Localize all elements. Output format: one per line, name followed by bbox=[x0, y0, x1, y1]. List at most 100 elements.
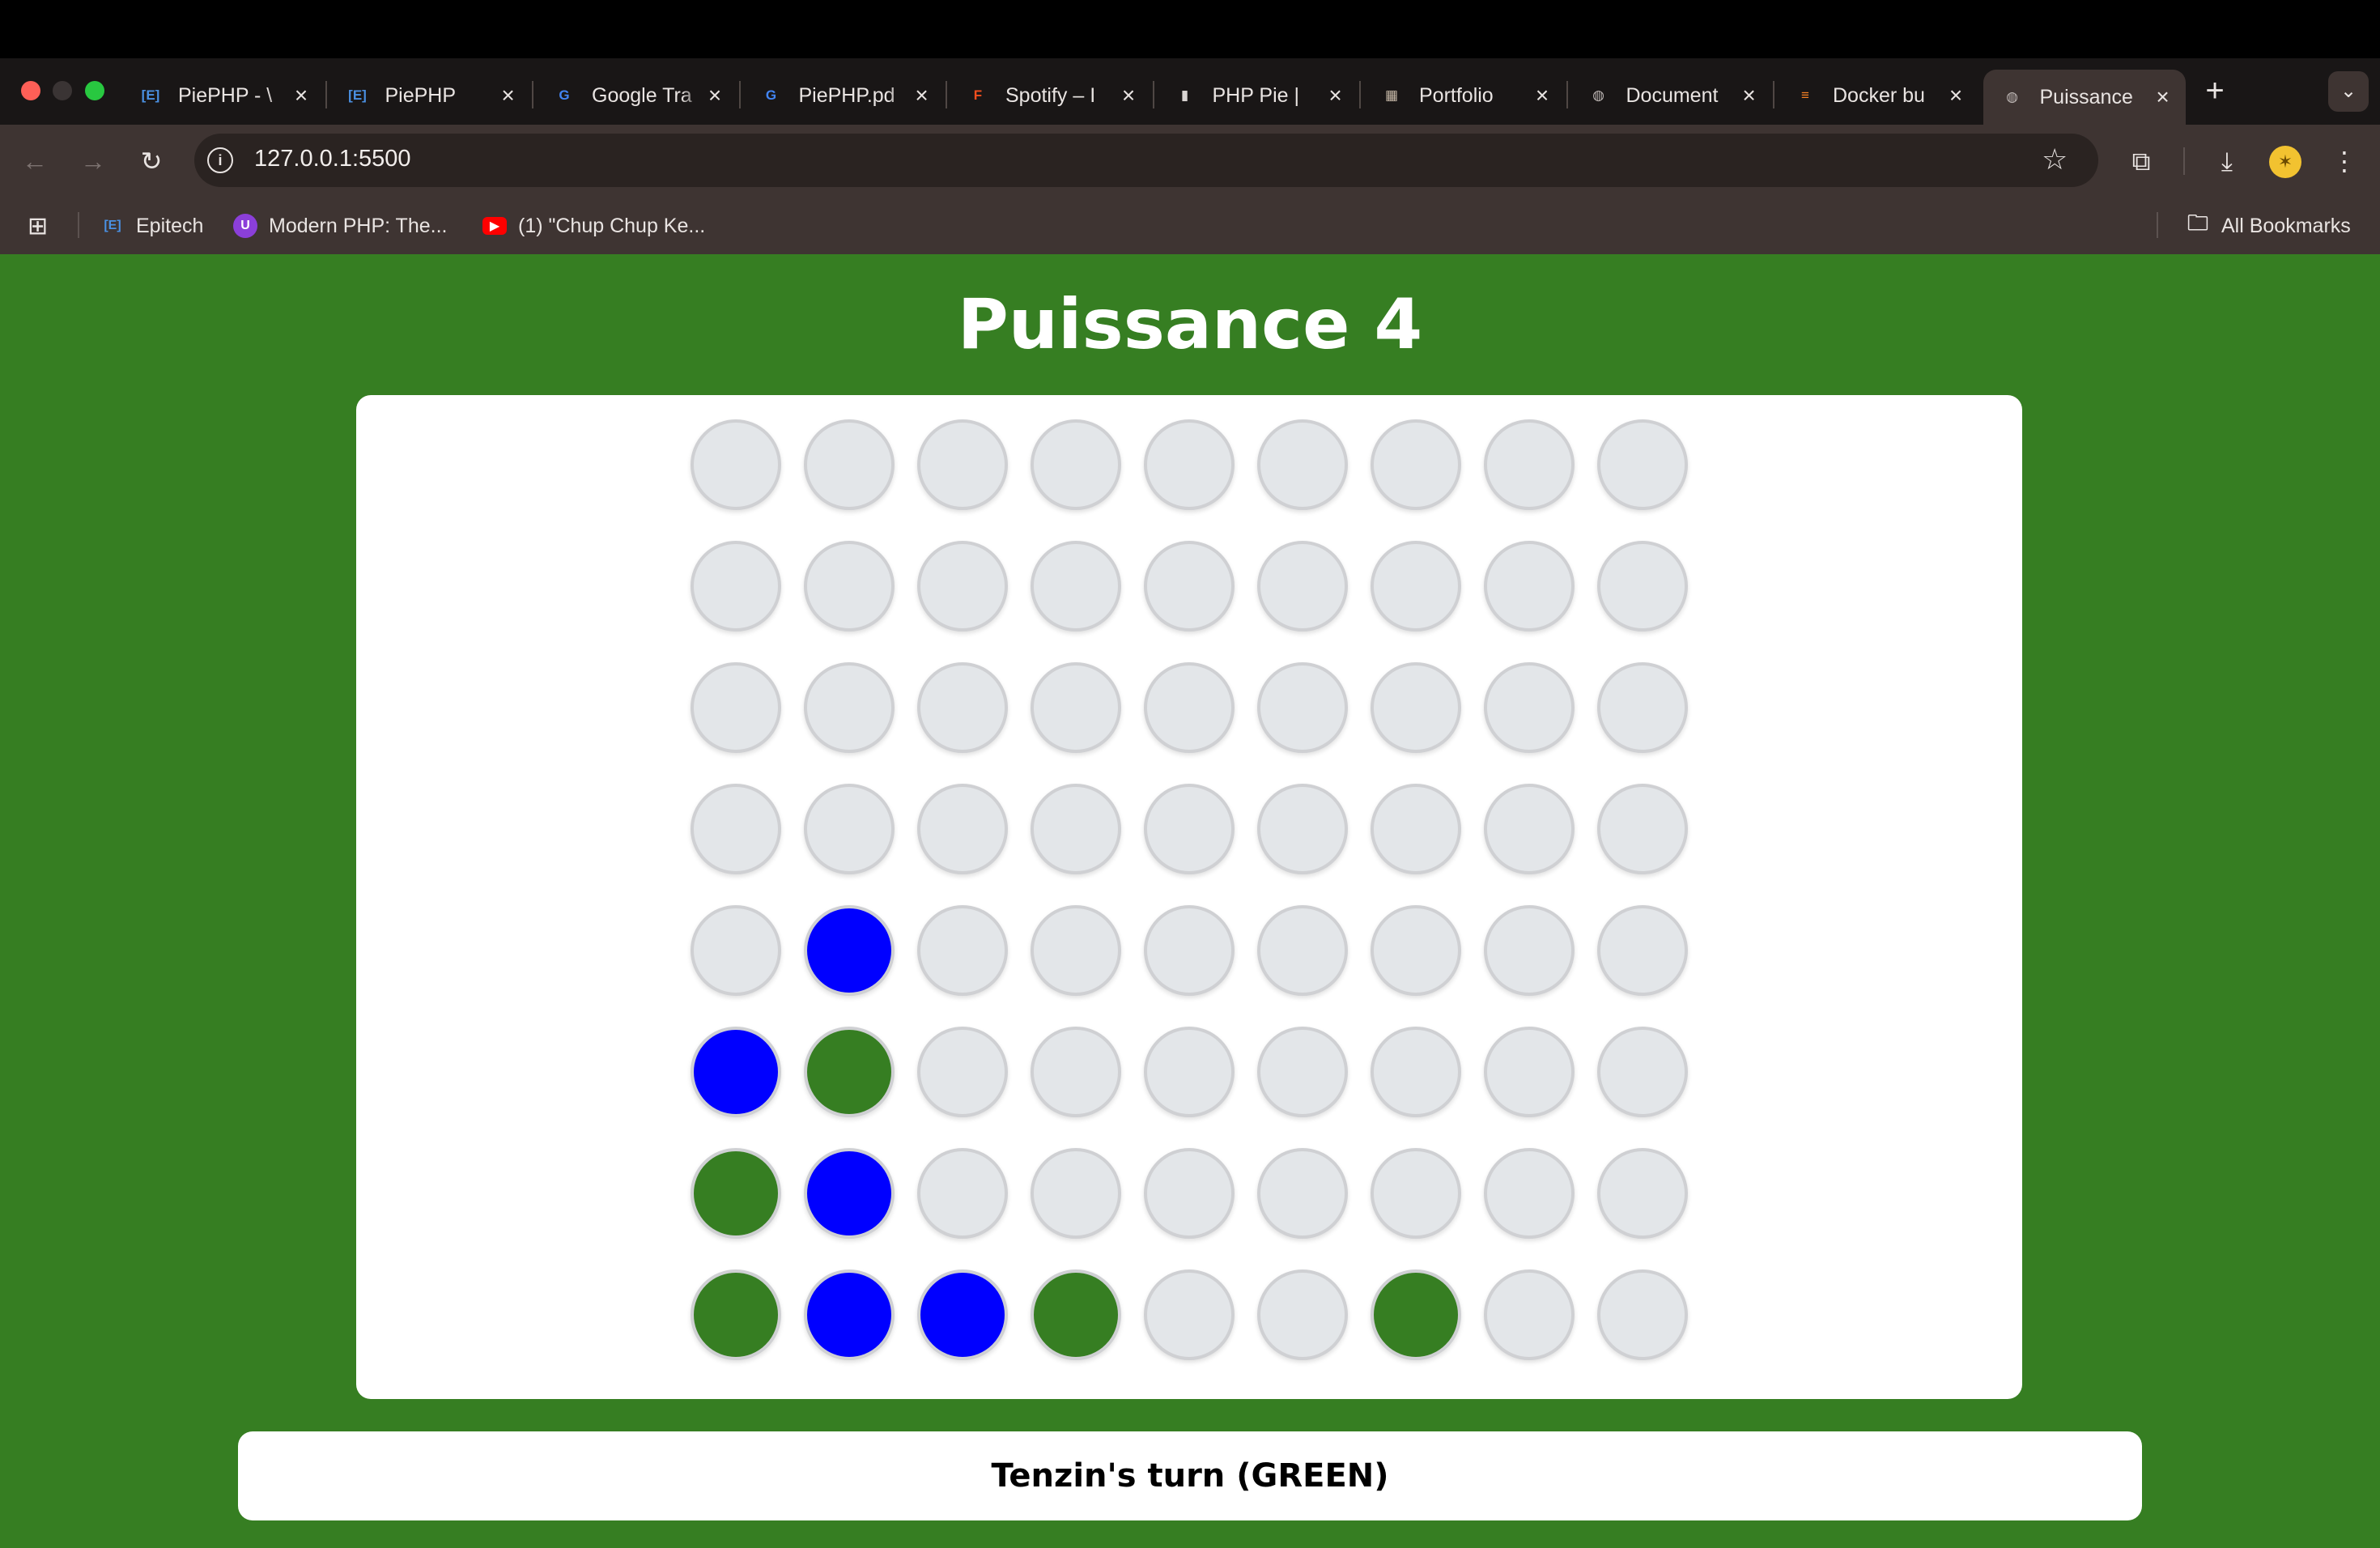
board-cell-empty[interactable] bbox=[1031, 1148, 1121, 1239]
bookmark-modern-php[interactable]: U Modern PHP: The... bbox=[233, 212, 447, 240]
tab-close-icon[interactable]: × bbox=[1117, 83, 1140, 108]
all-bookmarks-button[interactable]: 🗀 All Bookmarks bbox=[2186, 211, 2351, 240]
window-zoom-button[interactable] bbox=[85, 81, 104, 100]
board-cell-empty[interactable] bbox=[1257, 662, 1348, 753]
url-text[interactable]: 127.0.0.1:5500 bbox=[254, 146, 411, 172]
board-cell-empty[interactable] bbox=[1144, 784, 1235, 874]
board-cell-blue[interactable] bbox=[917, 1269, 1008, 1360]
back-icon[interactable]: ← bbox=[16, 142, 53, 180]
board-cell-empty[interactable] bbox=[1371, 419, 1461, 510]
tab-close-icon[interactable]: × bbox=[1324, 83, 1347, 108]
board-cell-empty[interactable] bbox=[804, 541, 895, 632]
download-icon[interactable]: ⤓ bbox=[2208, 142, 2246, 180]
board-cell-green[interactable] bbox=[804, 1027, 895, 1117]
board-cell-empty[interactable] bbox=[1257, 1027, 1348, 1117]
board-cell-empty[interactable] bbox=[1597, 662, 1688, 753]
tab-10[interactable]: ◍ Puissance × bbox=[1983, 70, 2186, 125]
board-cell-empty[interactable] bbox=[1597, 1269, 1688, 1360]
board-cell-empty[interactable] bbox=[1371, 1148, 1461, 1239]
board-cell-empty[interactable] bbox=[1031, 541, 1121, 632]
tab-2[interactable]: [E] PiePHP × bbox=[329, 70, 531, 121]
board-cell-empty[interactable] bbox=[917, 1148, 1008, 1239]
tab-1[interactable]: [E] PiePHP - \ × bbox=[121, 70, 324, 121]
board-cell-empty[interactable] bbox=[917, 1027, 1008, 1117]
board-cell-empty[interactable] bbox=[917, 905, 1008, 996]
board-cell-blue[interactable] bbox=[804, 905, 895, 996]
board-cell-empty[interactable] bbox=[1484, 784, 1575, 874]
board-cell-empty[interactable] bbox=[917, 419, 1008, 510]
board-cell-green[interactable] bbox=[1031, 1269, 1121, 1360]
board-cell-empty[interactable] bbox=[804, 419, 895, 510]
board-cell-empty[interactable] bbox=[1371, 1027, 1461, 1117]
board-cell-empty[interactable] bbox=[1144, 905, 1235, 996]
site-info-icon[interactable]: i bbox=[207, 147, 233, 173]
board-cell-empty[interactable] bbox=[1257, 541, 1348, 632]
board-cell-empty[interactable] bbox=[691, 662, 781, 753]
board-cell-empty[interactable] bbox=[1484, 419, 1575, 510]
board-cell-empty[interactable] bbox=[691, 541, 781, 632]
board-cell-empty[interactable] bbox=[1031, 1027, 1121, 1117]
board-cell-empty[interactable] bbox=[1484, 662, 1575, 753]
board-cell-empty[interactable] bbox=[1371, 662, 1461, 753]
board-cell-empty[interactable] bbox=[804, 784, 895, 874]
bookmark-epitech[interactable]: [E] Epitech bbox=[100, 212, 203, 240]
menu-kebab-icon[interactable]: ⋮ bbox=[2326, 142, 2363, 180]
bookmark-youtube[interactable]: ▶ (1) "Chup Chup Ke... bbox=[482, 212, 705, 240]
tab-close-icon[interactable]: × bbox=[703, 83, 726, 108]
tab-5[interactable]: F Spotify – I × bbox=[949, 70, 1151, 121]
tab-6[interactable]: ▮ PHP Pie | × bbox=[1156, 70, 1358, 121]
window-close-button[interactable] bbox=[21, 81, 40, 100]
board-cell-empty[interactable] bbox=[1031, 419, 1121, 510]
extensions-icon[interactable]: ⧉ bbox=[2123, 142, 2160, 180]
board-cell-empty[interactable] bbox=[804, 662, 895, 753]
bookmark-star-icon[interactable]: ☆ bbox=[2042, 142, 2068, 176]
board-cell-empty[interactable] bbox=[691, 905, 781, 996]
board-cell-green[interactable] bbox=[691, 1148, 781, 1239]
board-cell-empty[interactable] bbox=[1484, 905, 1575, 996]
tab-close-icon[interactable]: × bbox=[1531, 83, 1553, 108]
board-cell-empty[interactable] bbox=[1597, 1027, 1688, 1117]
board-cell-empty[interactable] bbox=[1371, 905, 1461, 996]
tab-close-icon[interactable]: × bbox=[290, 83, 312, 108]
board-cell-empty[interactable] bbox=[1257, 1269, 1348, 1360]
board-cell-empty[interactable] bbox=[917, 541, 1008, 632]
board-cell-empty[interactable] bbox=[1597, 419, 1688, 510]
board-cell-empty[interactable] bbox=[1257, 784, 1348, 874]
board-cell-empty[interactable] bbox=[691, 419, 781, 510]
tab-close-icon[interactable]: × bbox=[1738, 83, 1761, 108]
board-cell-empty[interactable] bbox=[1031, 784, 1121, 874]
board-cell-empty[interactable] bbox=[1144, 419, 1235, 510]
tab-9[interactable]: ≡ Docker bu × bbox=[1776, 70, 1978, 121]
board-cell-empty[interactable] bbox=[1031, 905, 1121, 996]
tab-3[interactable]: G Google Tra × bbox=[535, 70, 737, 121]
board-cell-empty[interactable] bbox=[1371, 541, 1461, 632]
tab-8[interactable]: ◍ Document × bbox=[1570, 70, 1772, 121]
tab-close-icon[interactable]: × bbox=[497, 83, 520, 108]
tab-7[interactable]: ▦ Portfolio × bbox=[1362, 70, 1565, 121]
board-cell-green[interactable] bbox=[1371, 1269, 1461, 1360]
tab-close-icon[interactable]: × bbox=[2152, 84, 2174, 110]
forward-icon[interactable]: → bbox=[74, 142, 112, 180]
board-cell-empty[interactable] bbox=[1031, 662, 1121, 753]
apps-grid-icon[interactable]: ⊞ bbox=[28, 212, 48, 240]
tab-close-icon[interactable]: × bbox=[911, 83, 933, 108]
new-tab-button[interactable]: + bbox=[2199, 71, 2231, 110]
board-cell-empty[interactable] bbox=[1144, 1148, 1235, 1239]
board-cell-empty[interactable] bbox=[1484, 541, 1575, 632]
tab-4[interactable]: G PiePHP.pd × bbox=[742, 70, 945, 121]
board-cell-empty[interactable] bbox=[1371, 784, 1461, 874]
address-bar[interactable] bbox=[194, 134, 2098, 187]
tab-close-icon[interactable]: × bbox=[1944, 83, 1967, 108]
board-cell-empty[interactable] bbox=[1144, 662, 1235, 753]
board-cell-empty[interactable] bbox=[1484, 1148, 1575, 1239]
board-cell-empty[interactable] bbox=[1144, 541, 1235, 632]
board-cell-empty[interactable] bbox=[1257, 419, 1348, 510]
board-cell-blue[interactable] bbox=[691, 1027, 781, 1117]
window-minimize-button[interactable] bbox=[53, 81, 72, 100]
board-cell-empty[interactable] bbox=[1597, 905, 1688, 996]
board-cell-empty[interactable] bbox=[1144, 1027, 1235, 1117]
board-cell-empty[interactable] bbox=[1484, 1269, 1575, 1360]
board-cell-empty[interactable] bbox=[1597, 541, 1688, 632]
board-cell-empty[interactable] bbox=[917, 784, 1008, 874]
board-cell-empty[interactable] bbox=[917, 662, 1008, 753]
